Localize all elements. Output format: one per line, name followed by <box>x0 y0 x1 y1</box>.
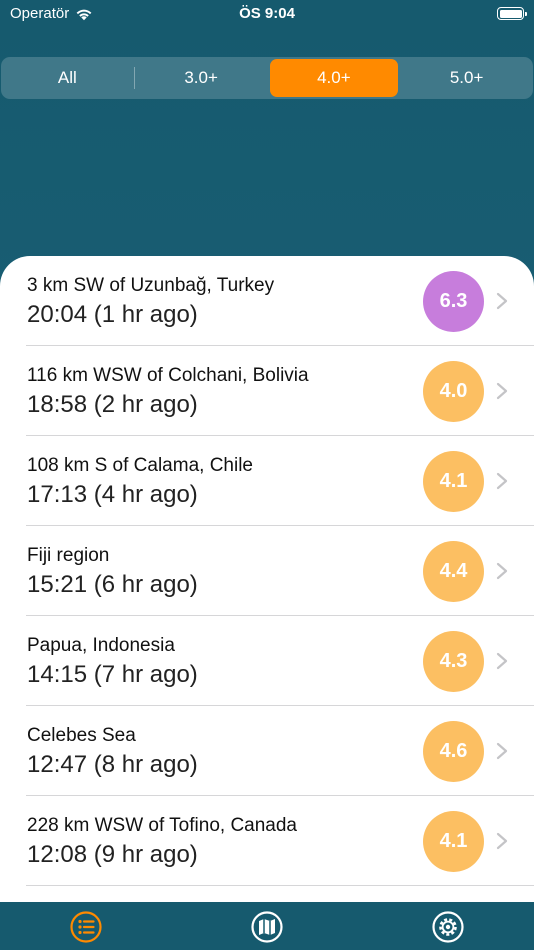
chevron-right-icon <box>496 652 508 670</box>
earthquake-time: 20:04 (1 hr ago) <box>27 301 198 328</box>
earthquake-row[interactable]: 108 km S of Calama, Chile 17:13 (4 hr ag… <box>0 436 534 526</box>
magnitude-badge: 4.6 <box>423 721 484 782</box>
chevron-right-icon <box>496 382 508 400</box>
earthquake-row[interactable]: Celebes Sea 12:47 (8 hr ago) 4.6 <box>0 706 534 796</box>
earthquake-time: 18:58 (2 hr ago) <box>27 391 198 418</box>
filter-all-button[interactable]: All <box>3 59 132 97</box>
settings-icon[interactable] <box>431 910 465 944</box>
segment-divider <box>133 67 135 89</box>
tab-bar <box>0 902 534 950</box>
earthquake-list[interactable]: 3 km SW of Uzunbağ, Turkey 20:04 (1 hr a… <box>0 256 534 902</box>
map-icon[interactable] <box>250 910 284 944</box>
chevron-right-icon <box>496 292 508 310</box>
header-background <box>0 0 534 300</box>
earthquake-place: Fiji region <box>27 545 110 566</box>
magnitude-badge: 4.1 <box>423 451 484 512</box>
earthquake-time: 17:13 (4 hr ago) <box>27 481 198 508</box>
earthquake-place: Celebes Sea <box>27 725 136 746</box>
filter-5-button[interactable]: 5.0+ <box>402 59 531 97</box>
earthquake-time: 12:08 (9 hr ago) <box>27 841 198 868</box>
chevron-right-icon <box>496 742 508 760</box>
magnitude-badge: 6.3 <box>423 271 484 332</box>
status-bar: Operatör ÖS 9:04 <box>0 0 534 30</box>
earthquake-place: 3 km SW of Uzunbağ, Turkey <box>27 275 275 296</box>
chevron-right-icon <box>496 562 508 580</box>
chevron-right-icon <box>496 472 508 490</box>
list-icon[interactable] <box>69 910 103 944</box>
earthquake-row[interactable]: Fiji region 15:21 (6 hr ago) 4.4 <box>0 526 534 616</box>
magnitude-badge: 4.3 <box>423 631 484 692</box>
battery-level <box>499 9 522 18</box>
earthquake-place: 108 km S of Calama, Chile <box>27 455 253 476</box>
earthquake-place: 228 km WSW of Tofino, Canada <box>27 815 297 836</box>
magnitude-badge: 4.1 <box>423 811 484 872</box>
filter-4-button[interactable]: 4.0+ <box>269 59 399 97</box>
magnitude-filter: All 3.0+ 4.0+ 5.0+ <box>1 57 533 99</box>
earthquake-row[interactable]: 116 km WSW of Colchani, Bolivia 18:58 (2… <box>0 346 534 436</box>
filter-3-button[interactable]: 3.0+ <box>137 59 266 97</box>
earthquake-place: Papua, Indonesia <box>27 635 175 656</box>
row-separator <box>26 885 534 886</box>
chevron-right-icon <box>496 832 508 850</box>
magnitude-badge: 4.4 <box>423 541 484 602</box>
status-time: ÖS 9:04 <box>239 5 295 22</box>
earthquake-place: 116 km WSW of Colchani, Bolivia <box>27 365 309 386</box>
earthquake-row[interactable]: Papua, Indonesia 14:15 (7 hr ago) 4.3 <box>0 616 534 706</box>
earthquake-time: 14:15 (7 hr ago) <box>27 661 198 688</box>
battery-icon <box>497 7 527 20</box>
earthquake-time: 12:47 (8 hr ago) <box>27 751 198 778</box>
earthquake-row[interactable]: 228 km WSW of Tofino, Canada 12:08 (9 hr… <box>0 796 534 886</box>
magnitude-badge: 4.0 <box>423 361 484 422</box>
earthquake-time: 15:21 (6 hr ago) <box>27 571 198 598</box>
earthquake-row[interactable]: 3 km SW of Uzunbağ, Turkey 20:04 (1 hr a… <box>0 256 534 346</box>
